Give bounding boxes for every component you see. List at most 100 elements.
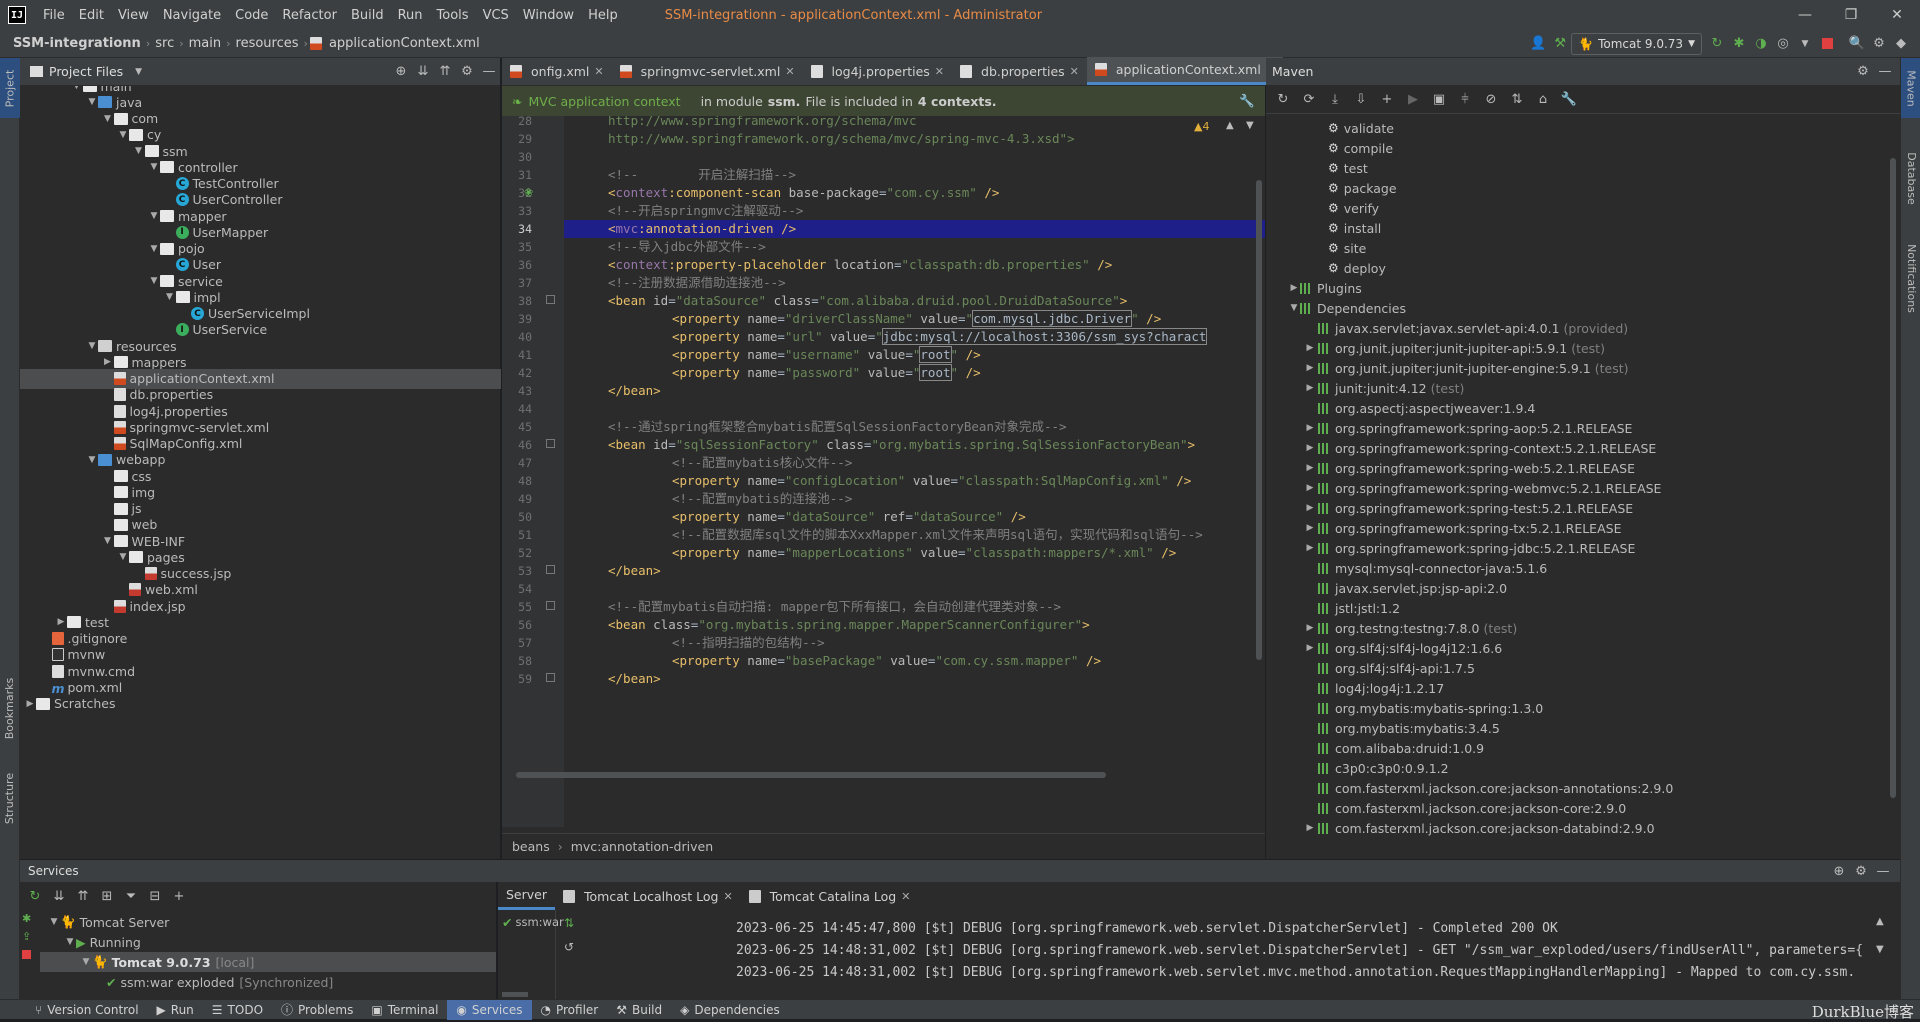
stop-icon[interactable] [22,950,31,959]
code-line[interactable]: <property name="mapperLocations" value="… [672,544,1176,562]
chevron-right-icon[interactable]: ▶ [102,357,114,367]
maven-dependency[interactable]: ▶ org.junit.jupiter:junit-jupiter-api:5.9… [1304,338,1605,358]
maven-dependency[interactable]: javax.servlet.jsp:jsp-api:2.0 [1304,578,1507,598]
code-line[interactable]: <!-- 开启注解扫描--> [608,166,796,184]
minimize-button[interactable]: — [1782,0,1828,30]
close-tab-icon[interactable]: ✕ [901,890,910,903]
close-tab-icon[interactable]: ✕ [935,65,944,78]
code-line[interactable]: <property name="username" value="root" /… [672,346,981,364]
maven-dependency[interactable]: ▶ com.fasterxml.jackson.core:jackson-data… [1304,818,1655,838]
maven-dependency[interactable]: com.fasterxml.jackson.core:jackson-core:… [1304,798,1626,818]
code-line[interactable]: <bean id="dataSource" class="com.alibaba… [608,292,1127,310]
code-line[interactable]: <!--开启springmvc注解驱动--> [608,202,803,220]
tomcat-instance-node[interactable]: ▼ 🐈 Tomcat 9.0.73 [local] [40,952,496,972]
maven-dependency[interactable]: mysql:mysql-connector-java:5.1.6 [1304,558,1547,578]
download-sources-icon[interactable]: ⇩ [1350,89,1372,111]
maven-dependency[interactable]: ▶ org.springframework:spring-web:5.2.1.RE… [1304,458,1635,478]
warnings-indicator[interactable]: ▲4 [1194,120,1209,133]
hide-icon[interactable]: — [478,61,500,83]
maven-dependency[interactable]: ▶ org.springframework:spring-tx:5.2.1.REL… [1304,518,1622,538]
menu-help[interactable]: Help [581,8,625,23]
chevron-down-icon[interactable]: ▼ [86,97,98,107]
project-view-select[interactable]: Project Files [49,64,123,79]
maven-goal-test[interactable]: ⚙ test [1328,158,1368,178]
log-tab-tomcat-catalina-log[interactable]: Tomcat Catalina Log ✕ [741,882,919,910]
status-tab-todo[interactable]: ☰ TODO [203,1000,272,1020]
maven-dependency[interactable]: ▶ org.springframework:spring-webmvc:5.2.1… [1304,478,1662,498]
code-line[interactable]: <bean id="sqlSessionFactory" class="org.… [608,436,1195,454]
chevron-down-icon[interactable]: ▼ [148,211,160,221]
chevron-down-icon[interactable]: ▼ [164,292,176,302]
status-tab-services[interactable]: ◉ Services [447,999,532,1020]
deployment-scrollbar[interactable] [502,992,528,997]
maven-dependency[interactable]: org.aspectj:aspectjweaver:1.9.4 [1304,398,1535,418]
code-line[interactable]: <context:component-scan base-package="co… [608,184,999,202]
maven-goal-deploy[interactable]: ⚙ deploy [1328,258,1386,278]
chevron-down-icon[interactable]: ▼ [148,162,160,172]
close-tab-icon[interactable]: ✕ [723,890,732,903]
code-line[interactable]: <!--通过spring框架整合mybatis配置SqlSessionFacto… [608,418,1067,436]
chevron-down-icon[interactable]: ▼ [102,536,114,546]
chevron-right-icon[interactable]: ▶ [1304,823,1316,833]
menu-tools[interactable]: Tools [430,8,476,23]
code-line[interactable]: </bean> [608,670,661,688]
vertical-scrollbar[interactable] [1256,180,1262,660]
code-line[interactable]: <property name="basePackage" value="com.… [672,652,1101,670]
maven-dependency[interactable]: ▶ org.springframework:spring-aop:5.2.1.RE… [1304,418,1633,438]
maven-dependency[interactable]: com.fasterxml.jackson.core:jackson-annot… [1304,778,1673,798]
chevron-right-icon[interactable]: ▶ [1304,623,1316,633]
maven-dependency[interactable]: c3p0:c3p0:0.9.1.2 [1304,758,1449,778]
code-line[interactable]: </bean> [608,382,661,400]
code-line[interactable]: <property name="dataSource" ref="dataSou… [672,508,1026,526]
code-area[interactable]: 28 29 30 31 32 33 34 35 36 37 38 39 40 41 42 43 44 45 46 47… [502,116,1265,833]
chevron-right-icon[interactable]: ▶ [1304,443,1316,453]
chevron-right-icon[interactable]: ▶ [1304,423,1316,433]
maven-dependency[interactable]: log4j:log4j:1.2.17 [1304,678,1444,698]
rerun-icon[interactable]: ↻ [1706,33,1728,55]
maximize-button[interactable]: ❐ [1828,0,1874,30]
reload-all-icon[interactable]: ⟳ [1298,89,1320,111]
menu-window[interactable]: Window [516,8,581,23]
gear-icon[interactable]: ⚙ [1850,860,1872,882]
maven-dependency[interactable]: ▶ org.junit.jupiter:junit-jupiter-engine:… [1304,358,1629,378]
log-tab-server[interactable]: Server [498,882,555,910]
maven-goal-validate[interactable]: ⚙ validate [1328,118,1394,138]
code-line[interactable]: http://www.springframework.org/schema/mv… [608,130,1075,148]
maven-plugins-node[interactable]: ▶ Plugins [1288,278,1362,298]
close-tab-icon[interactable]: ✕ [594,65,603,78]
deployment-item[interactable]: ✔ ssm:war [502,912,564,932]
chevron-down-icon[interactable]: ▼ [117,552,129,562]
maven-dependency[interactable]: javax.servlet:javax.servlet-api:4.0.1 (pr… [1304,318,1628,338]
code-line[interactable]: <mvc:annotation-driven /> [608,220,796,238]
maven-goal-package[interactable]: ⚙ package [1328,178,1397,198]
gear-icon[interactable]: ⚙ [1868,33,1890,55]
structure-tool-tab[interactable]: Structure [0,758,20,838]
chevron-down-icon[interactable]: ▼ [148,276,160,286]
code-line[interactable]: <context:property-placeholder location="… [608,256,1112,274]
code-line[interactable]: <property name="configLocation" value="c… [672,472,1191,490]
chevron-right-icon[interactable]: ▶ [1304,643,1316,653]
maven-dependency[interactable]: ▶ org.springframework:spring-test:5.2.1.R… [1304,498,1634,518]
debug-icon[interactable]: ✱ [22,912,31,925]
settings-wrench-icon[interactable]: 🔧 [1558,89,1580,111]
breadcrumb-item[interactable]: resources [233,36,302,51]
chevron-down-icon[interactable]: ▼ [102,114,114,124]
maven-goal-install[interactable]: ⚙ install [1328,218,1381,238]
chevron-right-icon[interactable]: ▶ [1304,483,1316,493]
status-tab-terminal[interactable]: ▣ Terminal [362,1000,447,1020]
breadcrumb-item[interactable]: SSM-integrationn [10,36,144,51]
user-icon[interactable]: 👤 [1527,33,1549,55]
new-tab-icon[interactable]: ⊟ [144,885,166,907]
collapse-all-icon[interactable]: ⇈ [72,885,94,907]
expand-all-icon[interactable]: ⇊ [412,61,434,83]
menu-run[interactable]: Run [391,8,430,23]
code-line[interactable]: <property name="password" value="root" /… [672,364,981,382]
maven-dependency[interactable]: com.alibaba:druid:1.0.9 [1304,738,1484,758]
maven-tool-tab[interactable]: Maven [1901,58,1920,118]
status-tab-problems[interactable]: ⓘ Problems [272,1000,362,1020]
menu-view[interactable]: View [111,8,156,23]
scroll-down-icon[interactable]: ▼ [1876,944,1884,955]
maven-dependency[interactable]: org.mybatis:mybatis-spring:1.3.0 [1304,698,1543,718]
breadcrumb-item[interactable]: src [152,36,177,51]
menu-edit[interactable]: Edit [72,8,111,23]
